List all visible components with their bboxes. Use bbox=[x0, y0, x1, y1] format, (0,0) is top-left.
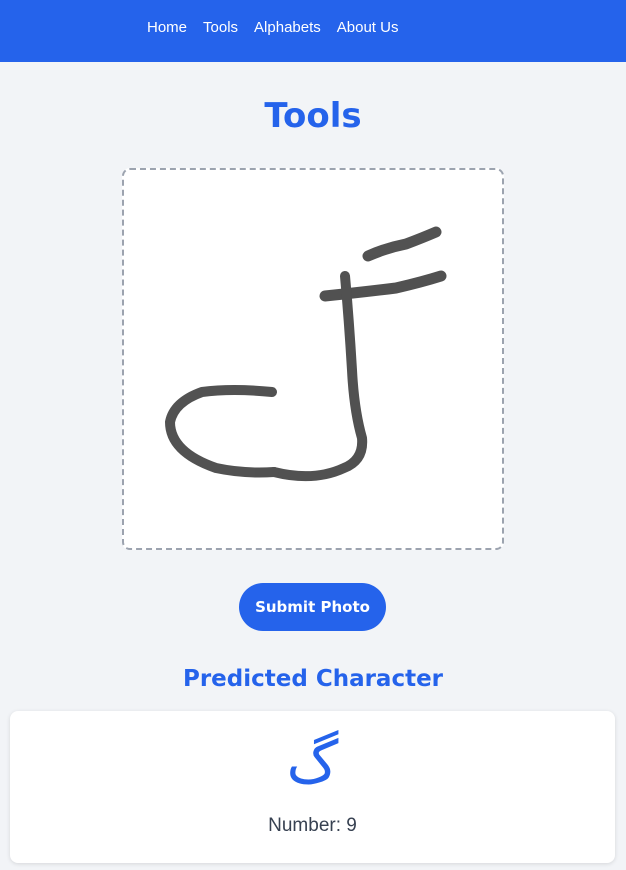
nav-link-about-us[interactable]: About Us bbox=[337, 18, 399, 38]
predicted-character-heading: Predicted Character bbox=[182, 666, 444, 692]
nav-link-alphabets[interactable]: Alphabets bbox=[254, 18, 321, 38]
nav-link-home[interactable]: Home bbox=[147, 18, 187, 38]
top-navbar: Home Tools Alphabets About Us bbox=[0, 0, 626, 62]
page-title: Tools bbox=[264, 96, 362, 136]
predicted-character: گ bbox=[286, 728, 339, 796]
predicted-number: Number: 9 bbox=[268, 815, 357, 836]
photo-upload-area[interactable] bbox=[122, 168, 504, 550]
handwritten-drawing-image bbox=[165, 226, 447, 482]
submit-photo-button[interactable]: Submit Photo bbox=[239, 583, 386, 631]
nav-link-tools[interactable]: Tools bbox=[203, 18, 238, 38]
prediction-result-card: گ Number: 9 bbox=[10, 711, 615, 863]
nav-links: Home Tools Alphabets About Us bbox=[147, 18, 414, 38]
